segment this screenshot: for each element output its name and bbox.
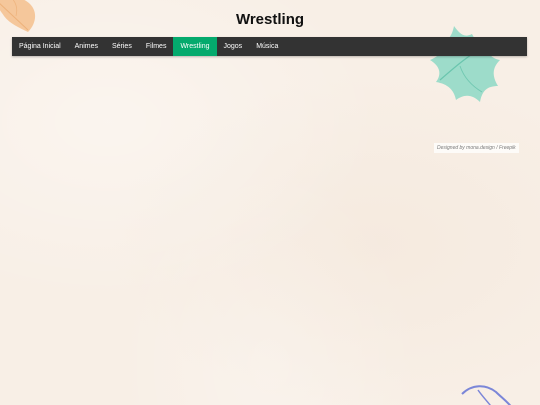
nav-item-series[interactable]: Séries [105, 37, 139, 56]
nav-item-musica[interactable]: Música [249, 37, 285, 56]
design-credit: Designed by mona.design / Freepik [434, 143, 519, 153]
page-title: Wrestling [235, 11, 305, 28]
nav-item-jogos[interactable]: Jogos [217, 37, 250, 56]
main-navbar: Página Inicial Animes Séries Filmes Wres… [12, 37, 527, 56]
mint-leaf-decoration [430, 26, 500, 102]
nav-item-filmes[interactable]: Filmes [139, 37, 174, 56]
nav-item-animes[interactable]: Animes [68, 37, 105, 56]
blue-leaf-outline-decoration [461, 385, 512, 405]
paper-background [0, 0, 540, 405]
nav-item-wrestling[interactable]: Wrestling [173, 37, 217, 56]
nav-item-home[interactable]: Página Inicial [12, 37, 68, 56]
